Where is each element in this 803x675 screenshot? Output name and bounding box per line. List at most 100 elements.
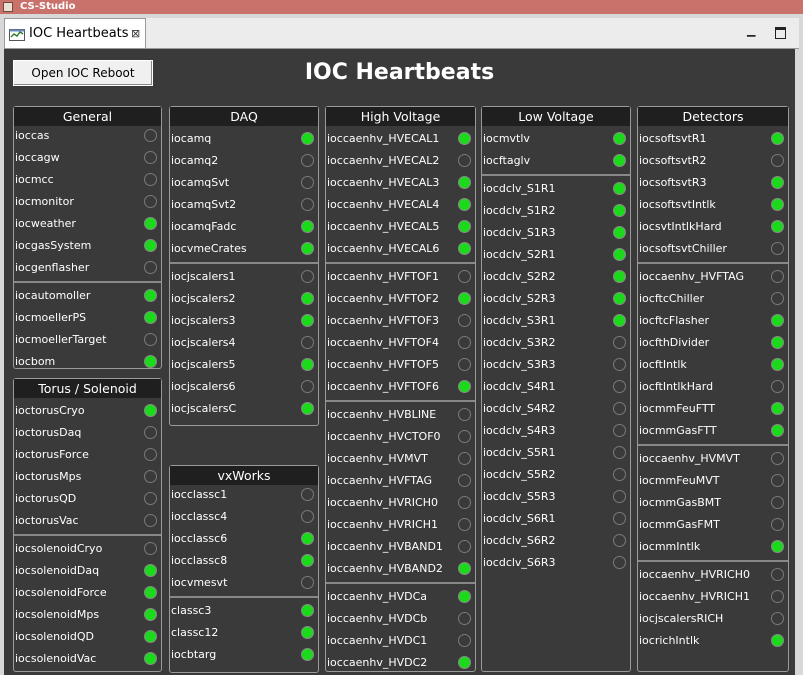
ioc-row: ioccaenhv_HVRICH0	[326, 493, 475, 515]
group-separator	[326, 262, 475, 264]
heartbeat-led-on	[144, 239, 157, 252]
ioc-name: iocdclv_S6R1	[483, 512, 556, 525]
heartbeat-led-on	[144, 289, 157, 302]
heartbeat-led-on	[144, 652, 157, 665]
heartbeat-led-off	[458, 612, 471, 625]
ioc-row: iocclassc4	[170, 507, 318, 529]
ioc-row: iocdclv_S6R2	[482, 531, 630, 553]
panel-lv: Low Voltage iocmvtlv iocftaglv iocdclv_S1R1…	[481, 106, 631, 672]
heartbeat-led-off	[144, 261, 157, 274]
ioc-row: ioccaenhv_HVFTAG	[638, 267, 788, 289]
ioc-row: ioccaenhv_HVFTOF2	[326, 289, 475, 311]
ioc-row: iocsoftsvtIntlk	[638, 195, 788, 217]
group-separator	[170, 596, 318, 598]
ioc-name: ioccaenhv_HVDCa	[327, 590, 428, 603]
group-separator	[638, 560, 788, 562]
ioc-row: iocjscalers3	[170, 311, 318, 333]
ioc-name: iocsoftsvtR3	[639, 176, 707, 189]
ioc-name: ioccaenhv_HVECAL4	[327, 198, 440, 211]
heartbeat-led-off	[771, 242, 784, 255]
ioc-name: iocmonitor	[15, 195, 74, 208]
heartbeat-led-off	[613, 446, 626, 459]
ioc-name: ioctorusQD	[15, 492, 77, 505]
heartbeat-led-on	[144, 217, 157, 230]
ioc-name: iocgenflasher	[15, 261, 90, 274]
ioc-name: iocamqFadc	[171, 220, 237, 233]
heartbeat-led-off	[144, 514, 157, 527]
heartbeat-led-off	[771, 380, 784, 393]
ioc-row: ioccaenhv_HVBAND2	[326, 559, 475, 581]
view-maximize-icon[interactable]	[775, 27, 786, 39]
tab-label: IOC Heartbeats	[29, 26, 129, 41]
ioc-name: iocftIntlkHard	[639, 380, 714, 393]
panel-vxworks: vxWorks iocclassc1 iocclassc4 iocclassc6 ioc…	[169, 465, 319, 673]
ioc-name: iocsolenoidMps	[15, 608, 100, 621]
ioc-row: classc12	[170, 623, 318, 645]
heartbeat-led-off	[301, 576, 314, 589]
tab-ioc-heartbeats[interactable]: IOC Heartbeats ⊠	[4, 18, 146, 48]
ioc-row: iocsoftsvtChiller	[638, 239, 788, 261]
ioc-name: ioctorusCryo	[15, 404, 85, 417]
ioc-row: ioccaenhv_HVECAL4	[326, 195, 475, 217]
ioc-row: ioccaenhv_HVMVT	[638, 449, 788, 471]
ioc-row: iocdclv_S6R1	[482, 509, 630, 531]
group-separator	[326, 400, 475, 402]
ioc-name: iocmvtlv	[483, 132, 530, 145]
heartbeat-led-on	[301, 604, 314, 617]
heartbeat-led-off	[144, 470, 157, 483]
heartbeat-led-off	[771, 612, 784, 625]
heartbeat-led-on	[613, 182, 626, 195]
ioc-row: iocmoellerPS	[14, 308, 161, 330]
ioc-row: iocsolenoidQD	[14, 627, 161, 649]
ioc-row: classc3	[170, 601, 318, 623]
heartbeat-led-on	[613, 292, 626, 305]
ioc-name: iocsolenoidForce	[15, 586, 107, 599]
ioc-row: iocsolenoidVac	[14, 649, 161, 671]
ioc-row: iocjscalers2	[170, 289, 318, 311]
ioc-name: iocdclv_S4R3	[483, 424, 556, 437]
ioc-name: ioccaenhv_HVFTAG	[639, 270, 744, 283]
ioc-row: iocdclv_S5R2	[482, 465, 630, 487]
ioc-name: iocamqSvt2	[171, 198, 237, 211]
heartbeat-led-on	[301, 292, 314, 305]
heartbeat-led-off	[458, 496, 471, 509]
heartbeat-led-on	[771, 176, 784, 189]
panel-title: DAQ	[170, 107, 318, 126]
tab-close-icon[interactable]: ⊠	[131, 27, 140, 40]
ioc-row: ioctorusVac	[14, 511, 161, 533]
heartbeat-led-off	[613, 424, 626, 437]
heartbeat-led-off	[613, 358, 626, 371]
panel-title: Torus / Solenoid	[14, 379, 161, 398]
ioc-name: ioccaenhv_HVFTOF3	[327, 314, 439, 327]
ioc-name: iocsoftsvtChiller	[639, 242, 727, 255]
ioc-row: iocrichIntlk	[638, 631, 788, 653]
ioc-name: iocsvtIntlkHard	[639, 220, 722, 233]
panel-title: Detectors	[638, 107, 788, 126]
heartbeat-led-off	[458, 358, 471, 371]
group-separator	[14, 281, 161, 283]
heartbeat-led-off	[458, 540, 471, 553]
heartbeat-led-off	[301, 198, 314, 211]
ioc-name: iocclassc6	[171, 532, 228, 545]
heartbeat-led-off	[144, 195, 157, 208]
view-minimize-icon[interactable]: ▁	[747, 25, 757, 36]
ioc-row: iocmmFeuMVT	[638, 471, 788, 493]
ioc-row: ioccaenhv_HVBLINE	[326, 405, 475, 427]
ioc-name: iocftIntlk	[639, 358, 687, 371]
ioc-name: iocdclv_S3R3	[483, 358, 556, 371]
editor-tab-bar: IOC Heartbeats ⊠ ▁	[4, 18, 799, 49]
panel-title: High Voltage	[326, 107, 475, 126]
ioc-row: iocdclv_S6R3	[482, 553, 630, 575]
ioc-row: iocamq	[170, 129, 318, 151]
panel-detectors: Detectors iocsoftsvtR1 iocsoftsvtR2 iocsoft…	[637, 106, 789, 672]
heartbeat-led-on	[458, 656, 471, 669]
heartbeat-led-on	[458, 176, 471, 189]
ioc-name: iocjscalers3	[171, 314, 236, 327]
ioc-row: iocmcc	[14, 170, 161, 192]
heartbeat-led-off	[144, 333, 157, 346]
ioc-row: iocsoftsvtR1	[638, 129, 788, 151]
ioc-row: iocftcFlasher	[638, 311, 788, 333]
display-content: Open IOC Reboot IOC Heartbeats General io…	[4, 49, 795, 675]
ioc-name: iocdclv_S2R2	[483, 270, 556, 283]
ioc-name: ioccaenhv_HVECAL3	[327, 176, 440, 189]
